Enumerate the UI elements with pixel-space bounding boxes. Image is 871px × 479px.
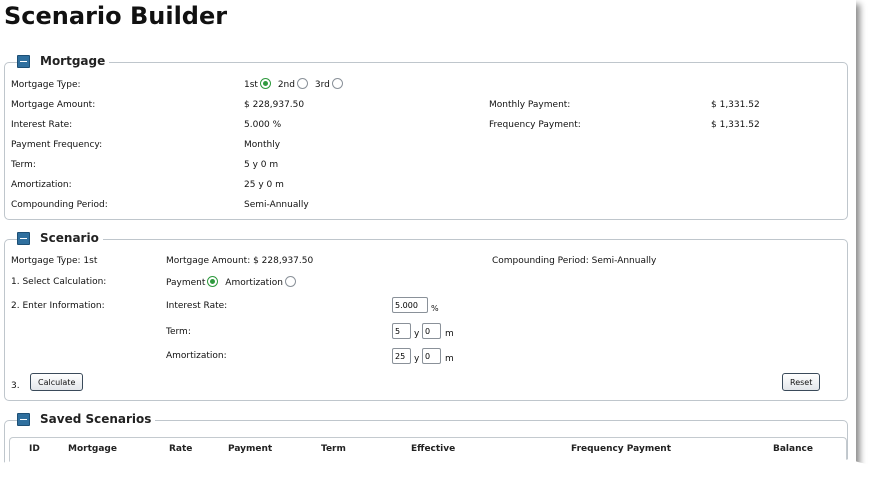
payment-frequency-label: Payment Frequency: — [11, 140, 103, 150]
mortgage-legend-text: Mortgage — [40, 54, 106, 68]
collapse-icon[interactable] — [17, 231, 30, 245]
collapse-icon[interactable] — [17, 412, 30, 426]
term-years-unit: y — [414, 329, 420, 339]
scenario-compounding-text: Compounding Period: Semi-Annually — [492, 256, 657, 266]
mortgage-type-2nd-radio[interactable] — [296, 78, 308, 89]
calc-amortization-radio[interactable] — [284, 276, 296, 287]
frequency-payment-value: $ 1,331.52 — [711, 120, 760, 130]
scenario-legend: Scenario — [17, 231, 103, 245]
mortgage-type-3rd-label: 3rd — [314, 80, 330, 90]
mortgage-amount-value: $ 228,937.50 — [244, 100, 305, 110]
saved-scenarios-legend: Saved Scenarios — [17, 412, 156, 426]
mortgage-type-label: Mortgage Type: — [11, 80, 81, 90]
scenario-section: Scenario Mortgage Type: 1st Mortgage Amo… — [4, 231, 848, 401]
compounding-period-value: Semi-Annually — [244, 200, 309, 210]
scenario-term-label: Term: — [166, 327, 191, 337]
calc-payment-label: Payment — [166, 278, 206, 288]
interest-rate-label: Interest Rate: — [11, 120, 73, 130]
scenario-amortization-label: Amortization: — [166, 351, 227, 361]
column-header-payment[interactable]: Payment — [228, 444, 272, 454]
mortgage-type-1st-radio[interactable] — [259, 78, 271, 89]
torn-edge-decoration — [0, 458, 871, 479]
rate-percent-unit: % — [431, 304, 439, 313]
amortization-months-unit: m — [445, 354, 454, 364]
term-months-unit: m — [445, 329, 454, 339]
scenario-legend-text: Scenario — [40, 231, 99, 245]
mortgage-amount-label: Mortgage Amount: — [11, 100, 96, 110]
monthly-payment-label: Monthly Payment: — [489, 100, 571, 110]
amortization-label: Amortization: — [11, 180, 72, 190]
reset-button[interactable]: Reset — [782, 373, 821, 391]
column-header-frequency-payment[interactable]: Frequency Payment — [571, 444, 671, 454]
step-3-label: 3. — [11, 381, 20, 391]
amortization-value: 25 y 0 m — [244, 180, 284, 190]
mortgage-type-3rd-radio[interactable] — [331, 78, 343, 89]
frequency-payment-label: Frequency Payment: — [489, 120, 581, 130]
term-value: 5 y 0 m — [244, 160, 279, 170]
monthly-payment-value: $ 1,331.52 — [711, 100, 760, 110]
mortgage-section: Mortgage Mortgage Type: 1st 2nd 3rd Mort… — [4, 54, 848, 220]
mortgage-legend: Mortgage — [17, 54, 110, 68]
scenario-rate-label: Interest Rate: — [166, 301, 228, 311]
compounding-period-label: Compounding Period: — [11, 200, 108, 210]
interest-rate-value: 5.000 % — [244, 120, 282, 130]
interest-rate-input[interactable] — [392, 297, 428, 313]
calc-payment-radio[interactable] — [207, 276, 219, 287]
term-label: Term: — [11, 160, 36, 170]
calc-amortization-label: Amortization — [225, 278, 283, 288]
collapse-icon[interactable] — [17, 54, 30, 68]
calculation-options: Payment Amortization — [166, 276, 300, 288]
column-header-id[interactable]: ID — [29, 444, 40, 454]
payment-frequency-value: Monthly — [244, 140, 281, 150]
page-title: Scenario Builder — [4, 2, 228, 30]
select-calculation-label: 1. Select Calculation: — [11, 277, 107, 287]
mortgage-type-2nd-label: 2nd — [277, 80, 295, 90]
column-header-term[interactable]: Term — [321, 444, 346, 454]
scenario-type-text: Mortgage Type: 1st — [11, 256, 98, 266]
app-window: Scenario Builder Mortgage Mortgage Type:… — [0, 0, 856, 464]
saved-scenarios-legend-text: Saved Scenarios — [40, 412, 152, 426]
mortgage-type-options: 1st 2nd 3rd — [244, 78, 347, 90]
mortgage-type-1st-label: 1st — [244, 80, 258, 90]
enter-information-label: 2. Enter Information: — [11, 301, 105, 311]
amortization-years-unit: y — [414, 354, 420, 364]
scenario-amount-text: Mortgage Amount: $ 228,937.50 — [166, 256, 314, 266]
amortization-years-input[interactable] — [392, 348, 411, 364]
term-years-input[interactable] — [392, 323, 411, 339]
term-months-input[interactable] — [422, 323, 441, 339]
column-header-effective[interactable]: Effective — [411, 444, 455, 454]
calculate-button[interactable]: Calculate — [30, 373, 84, 391]
column-header-balance[interactable]: Balance — [773, 444, 813, 454]
column-header-mortgage[interactable]: Mortgage — [68, 444, 117, 454]
column-header-rate[interactable]: Rate — [169, 444, 192, 454]
amortization-months-input[interactable] — [422, 348, 441, 364]
